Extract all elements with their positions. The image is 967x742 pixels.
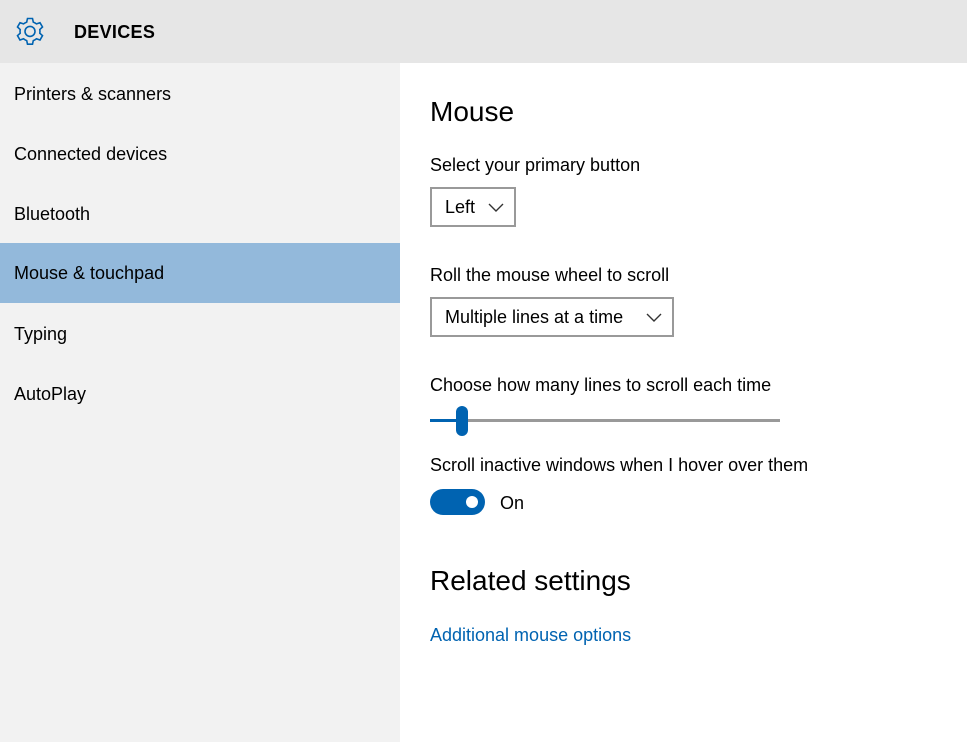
gear-icon [16, 17, 44, 45]
primary-button-label: Select your primary button [430, 155, 641, 175]
primary-button-dropdown[interactable]: Left [430, 187, 516, 227]
sidebar-item-bluetooth[interactable]: Bluetooth [0, 184, 400, 244]
sidebar-item-label: AutoPlay [14, 384, 87, 404]
inactive-scroll-label: Scroll inactive windows when I hover ove… [430, 455, 809, 475]
primary-button-value: Left [445, 197, 476, 217]
main-panel: Mouse Select your primary button Left Ro… [400, 63, 967, 742]
sidebar-item-label: Bluetooth [14, 204, 91, 224]
page-title: DEVICES [74, 22, 156, 42]
toggle-knob [466, 496, 478, 508]
sidebar: Printers & scanners Connected devices Bl… [0, 63, 400, 742]
sidebar-item-printers-scanners[interactable]: Printers & scanners [0, 64, 400, 124]
sidebar-item-label: Connected devices [14, 144, 168, 164]
chevron-down-icon [646, 313, 662, 322]
slider-thumb[interactable] [455, 406, 468, 436]
sidebar-item-autoplay[interactable]: AutoPlay [0, 364, 400, 424]
wheel-scroll-dropdown[interactable]: Multiple lines at a time [430, 297, 674, 337]
sidebar-item-label: Typing [14, 324, 68, 344]
header-bar: DEVICES [0, 0, 967, 63]
section-title: Mouse [430, 96, 515, 127]
sidebar-item-label: Printers & scanners [14, 84, 172, 104]
slider-track [430, 419, 780, 422]
toggle-state-label: On [500, 493, 525, 513]
sidebar-item-connected-devices[interactable]: Connected devices [0, 124, 400, 184]
sidebar-item-label: Mouse & touchpad [14, 263, 165, 283]
inactive-scroll-toggle[interactable] [430, 489, 485, 515]
additional-mouse-options-link[interactable]: Additional mouse options [430, 625, 631, 646]
lines-scroll-slider[interactable] [430, 404, 780, 436]
chevron-down-icon [488, 203, 504, 212]
related-settings-title: Related settings [430, 565, 631, 596]
sidebar-item-typing[interactable]: Typing [0, 304, 400, 364]
wheel-scroll-value: Multiple lines at a time [445, 307, 624, 327]
lines-scroll-label: Choose how many lines to scroll each tim… [430, 375, 772, 395]
sidebar-item-mouse-touchpad[interactable]: Mouse & touchpad [0, 243, 400, 303]
wheel-scroll-label: Roll the mouse wheel to scroll [430, 265, 670, 285]
